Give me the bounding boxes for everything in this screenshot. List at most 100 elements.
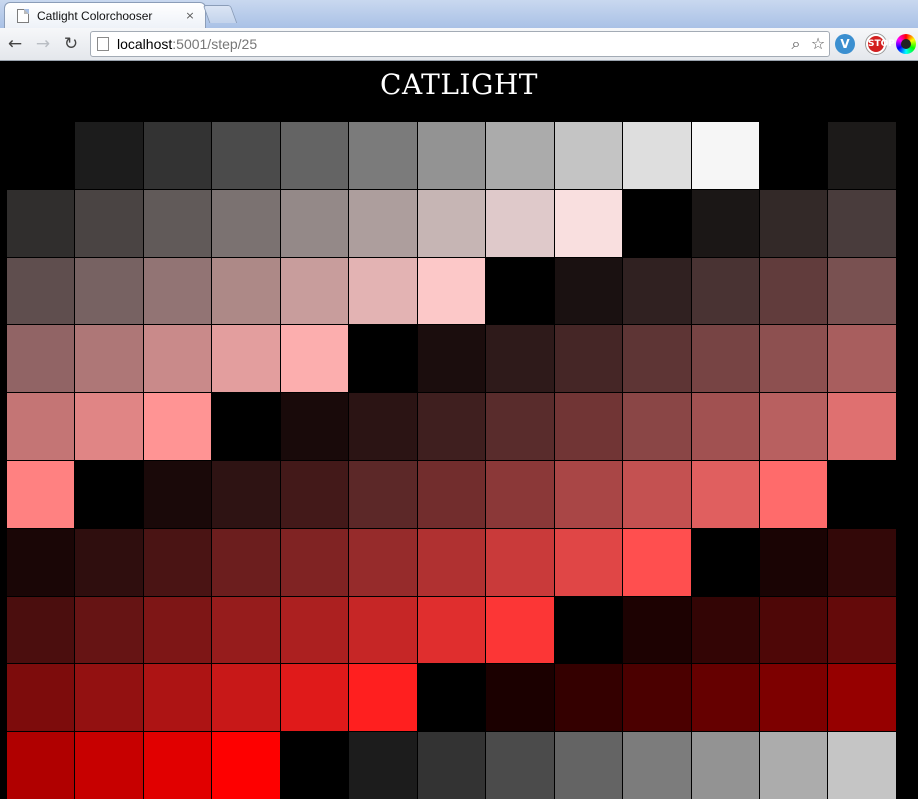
- color-swatch[interactable]: [828, 664, 897, 733]
- color-swatch[interactable]: [486, 528, 555, 597]
- color-swatch[interactable]: [691, 325, 760, 394]
- color-swatch[interactable]: [691, 664, 760, 733]
- zoom-icon[interactable]: ⌕: [785, 33, 807, 55]
- color-swatch[interactable]: [554, 732, 624, 799]
- color-swatch[interactable]: [349, 257, 418, 326]
- color-swatch[interactable]: [691, 596, 760, 665]
- color-swatch[interactable]: [280, 732, 350, 799]
- color-swatch[interactable]: [349, 325, 418, 394]
- bookmark-star-icon[interactable]: ☆: [807, 33, 829, 55]
- color-swatch[interactable]: [212, 460, 281, 529]
- color-swatch[interactable]: [7, 122, 76, 190]
- color-swatch[interactable]: [7, 325, 76, 394]
- color-swatch[interactable]: [417, 664, 487, 733]
- color-swatch[interactable]: [759, 257, 829, 326]
- color-swatch[interactable]: [759, 664, 829, 733]
- close-tab-icon[interactable]: ×: [183, 9, 197, 23]
- url-text[interactable]: localhost:5001/step/25: [117, 36, 785, 52]
- color-swatch[interactable]: [143, 257, 213, 326]
- color-swatch[interactable]: [828, 596, 897, 665]
- color-swatch[interactable]: [280, 596, 350, 665]
- color-swatch[interactable]: [75, 460, 144, 529]
- color-swatch[interactable]: [75, 393, 144, 461]
- new-tab-button[interactable]: [202, 5, 238, 23]
- color-swatch[interactable]: [349, 664, 418, 733]
- color-swatch[interactable]: [143, 664, 213, 733]
- color-swatch[interactable]: [554, 257, 624, 326]
- color-swatch[interactable]: [280, 460, 350, 529]
- color-swatch[interactable]: [349, 528, 418, 597]
- color-swatch[interactable]: [212, 257, 281, 326]
- color-swatch[interactable]: [143, 122, 213, 190]
- color-swatch[interactable]: [349, 393, 418, 461]
- color-swatch[interactable]: [828, 528, 897, 597]
- color-swatch[interactable]: [417, 393, 487, 461]
- color-swatch[interactable]: [759, 596, 829, 665]
- color-swatch[interactable]: [828, 257, 897, 326]
- color-swatch[interactable]: [7, 460, 76, 529]
- color-swatch[interactable]: [7, 189, 76, 258]
- color-swatch[interactable]: [417, 596, 487, 665]
- color-swatch[interactable]: [143, 596, 213, 665]
- color-swatch[interactable]: [280, 122, 350, 190]
- color-swatch[interactable]: [75, 596, 144, 665]
- color-swatch[interactable]: [212, 732, 281, 799]
- color-swatch[interactable]: [691, 732, 760, 799]
- color-wheel-extension-icon[interactable]: [896, 34, 916, 54]
- color-swatch[interactable]: [143, 460, 213, 529]
- color-swatch[interactable]: [7, 596, 76, 665]
- color-swatch[interactable]: [349, 189, 418, 258]
- color-swatch[interactable]: [143, 732, 213, 799]
- color-swatch[interactable]: [212, 189, 281, 258]
- color-swatch[interactable]: [828, 122, 897, 190]
- color-swatch[interactable]: [7, 732, 76, 799]
- stop-extension-icon[interactable]: STOP: [866, 34, 895, 54]
- color-swatch[interactable]: [759, 528, 829, 597]
- color-swatch[interactable]: [417, 528, 487, 597]
- color-swatch[interactable]: [143, 189, 213, 258]
- color-swatch[interactable]: [212, 596, 281, 665]
- color-swatch[interactable]: [623, 732, 692, 799]
- color-swatch[interactable]: [280, 257, 350, 326]
- v-extension-icon[interactable]: V: [835, 34, 855, 54]
- color-swatch[interactable]: [280, 325, 350, 394]
- color-swatch[interactable]: [691, 257, 760, 326]
- color-swatch[interactable]: [212, 528, 281, 597]
- color-swatch[interactable]: [691, 393, 760, 461]
- color-swatch[interactable]: [75, 664, 144, 733]
- color-swatch[interactable]: [349, 122, 418, 190]
- color-swatch[interactable]: [7, 664, 76, 733]
- color-swatch[interactable]: [759, 732, 829, 799]
- color-swatch[interactable]: [417, 325, 487, 394]
- color-swatch[interactable]: [759, 325, 829, 394]
- color-swatch[interactable]: [75, 325, 144, 394]
- color-swatch[interactable]: [417, 732, 487, 799]
- color-swatch[interactable]: [280, 664, 350, 733]
- color-swatch[interactable]: [212, 325, 281, 394]
- color-swatch[interactable]: [417, 257, 487, 326]
- reload-button[interactable]: ↻: [59, 32, 83, 56]
- back-button[interactable]: ←: [3, 32, 27, 56]
- color-swatch[interactable]: [349, 732, 418, 799]
- color-swatch[interactable]: [143, 528, 213, 597]
- color-swatch[interactable]: [691, 122, 760, 190]
- color-swatch[interactable]: [759, 460, 829, 529]
- color-swatch[interactable]: [486, 325, 555, 394]
- color-swatch[interactable]: [623, 528, 692, 597]
- color-swatch[interactable]: [7, 528, 76, 597]
- color-swatch[interactable]: [7, 393, 76, 461]
- color-swatch[interactable]: [828, 189, 897, 258]
- color-swatch[interactable]: [623, 596, 692, 665]
- color-swatch[interactable]: [486, 460, 555, 529]
- color-swatch[interactable]: [486, 189, 555, 258]
- color-swatch[interactable]: [759, 393, 829, 461]
- color-swatch[interactable]: [212, 122, 281, 190]
- color-swatch[interactable]: [349, 596, 418, 665]
- browser-tab[interactable]: Catlight Colorchooser ×: [4, 2, 206, 28]
- color-swatch[interactable]: [280, 393, 350, 461]
- color-swatch[interactable]: [623, 393, 692, 461]
- color-swatch[interactable]: [486, 257, 555, 326]
- color-swatch[interactable]: [623, 122, 692, 190]
- color-swatch[interactable]: [623, 257, 692, 326]
- color-swatch[interactable]: [554, 596, 624, 665]
